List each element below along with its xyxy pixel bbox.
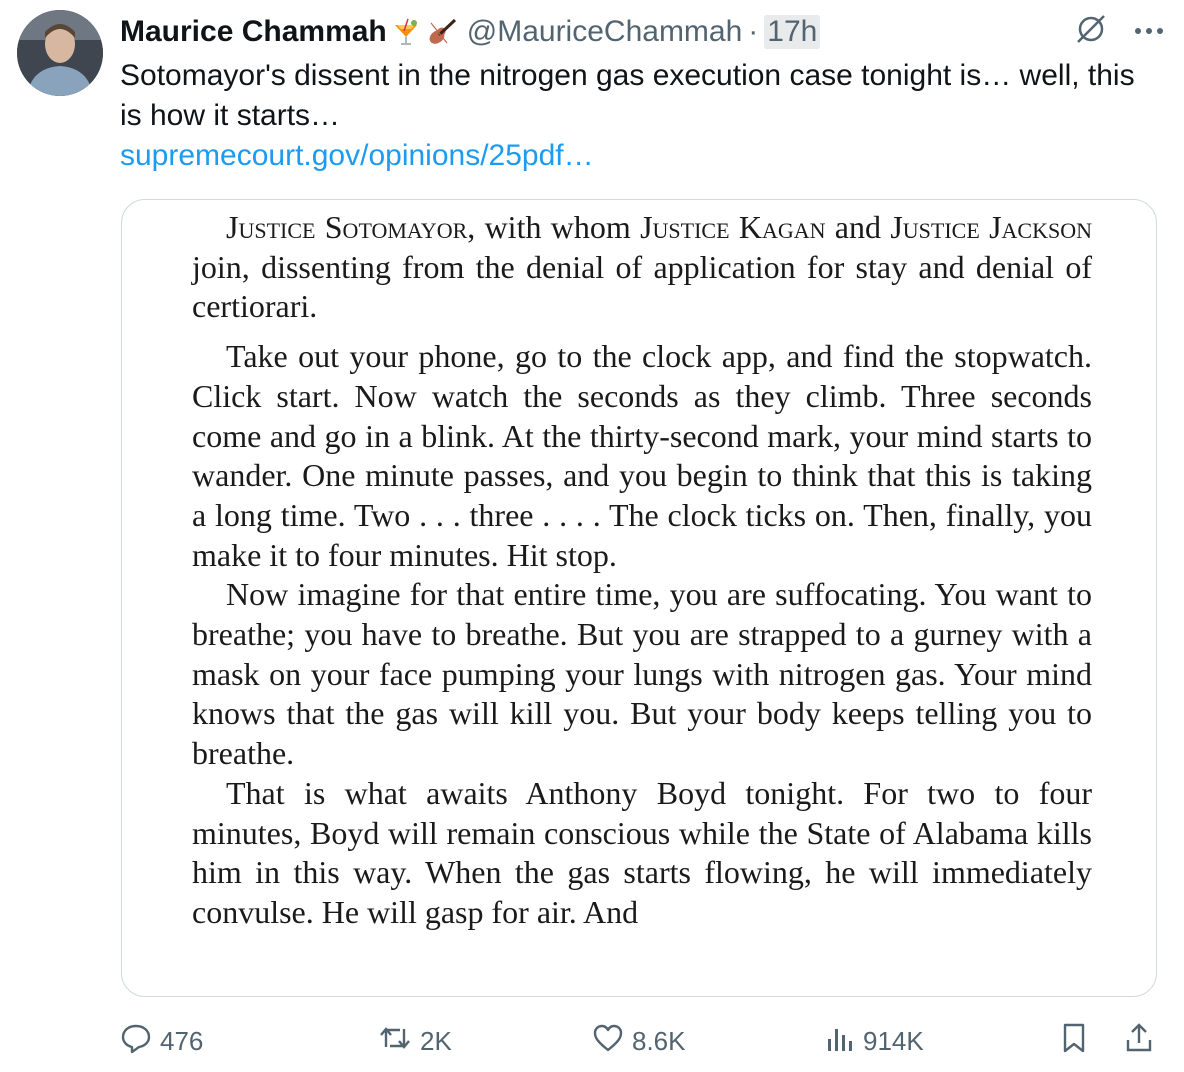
tweet-time[interactable]: 17h [764, 15, 821, 49]
attached-image[interactable]: Justice Sotomayor, with whom Justice Kag… [121, 199, 1157, 997]
share-icon [1124, 1022, 1162, 1061]
para1-and: and [825, 209, 891, 245]
author-name[interactable]: Maurice Chammah [120, 15, 387, 49]
tweet-text: Sotomayor's dissent in the nitrogen gas … [120, 59, 1135, 132]
separator-dot: · [748, 15, 759, 48]
tropical-drink-icon [391, 17, 421, 47]
views-icon [825, 1023, 863, 1060]
reply-icon [120, 1022, 160, 1061]
justice-jackson: Justice Jackson [890, 209, 1093, 245]
para1-rest: join, dissenting from the denial of appl… [192, 248, 1092, 325]
opinion-text: Justice Sotomayor, with whom Justice Kag… [192, 208, 1092, 933]
views-count: 914K [863, 1025, 924, 1056]
avatar-image [17, 10, 103, 96]
justice-sotomayor: Justice Sotomayor [226, 209, 468, 245]
repost-button[interactable]: 2K [378, 1016, 452, 1066]
bookmark-icon [1060, 1022, 1096, 1061]
opinion-paragraph-2: Take out your phone, go to the clock app… [192, 338, 1092, 573]
avatar[interactable] [17, 10, 103, 96]
bookmark-button[interactable] [1060, 1016, 1096, 1066]
grok-icon[interactable] [1074, 12, 1108, 51]
justice-kagan: Justice Kagan [640, 209, 826, 245]
reply-count: 476 [160, 1025, 204, 1056]
like-button[interactable]: 8.6K [592, 1016, 686, 1066]
opinion-paragraph-4: That is what awaits Anthony Boyd tonight… [192, 774, 1092, 930]
violin-icon [425, 17, 459, 47]
views-button[interactable]: 914K [825, 1016, 924, 1066]
top-actions [1074, 12, 1164, 51]
tweet-link[interactable]: supremecourt.gov/opinions/25pdf… [120, 136, 594, 176]
opinion-paragraph-3: Now imagine for that entire time, you ar… [192, 576, 1092, 772]
author-handle[interactable]: @MauriceChammah [467, 15, 743, 49]
like-count: 8.6K [632, 1025, 686, 1056]
opinion-paragraph-1: Justice Sotomayor, with whom Justice Kag… [192, 208, 1092, 327]
tweet-header: Maurice Chammah @MauriceChammah · 17h [120, 10, 821, 54]
action-bar: 476 2K 8.6K 914K [120, 1016, 1164, 1066]
more-icon[interactable] [1134, 23, 1164, 41]
share-button[interactable] [1124, 1016, 1162, 1066]
repost-count: 2K [420, 1025, 452, 1056]
reply-button[interactable]: 476 [120, 1016, 203, 1066]
para1-mid: , with whom [467, 209, 641, 245]
repost-icon [378, 1023, 420, 1060]
like-icon [592, 1023, 632, 1060]
